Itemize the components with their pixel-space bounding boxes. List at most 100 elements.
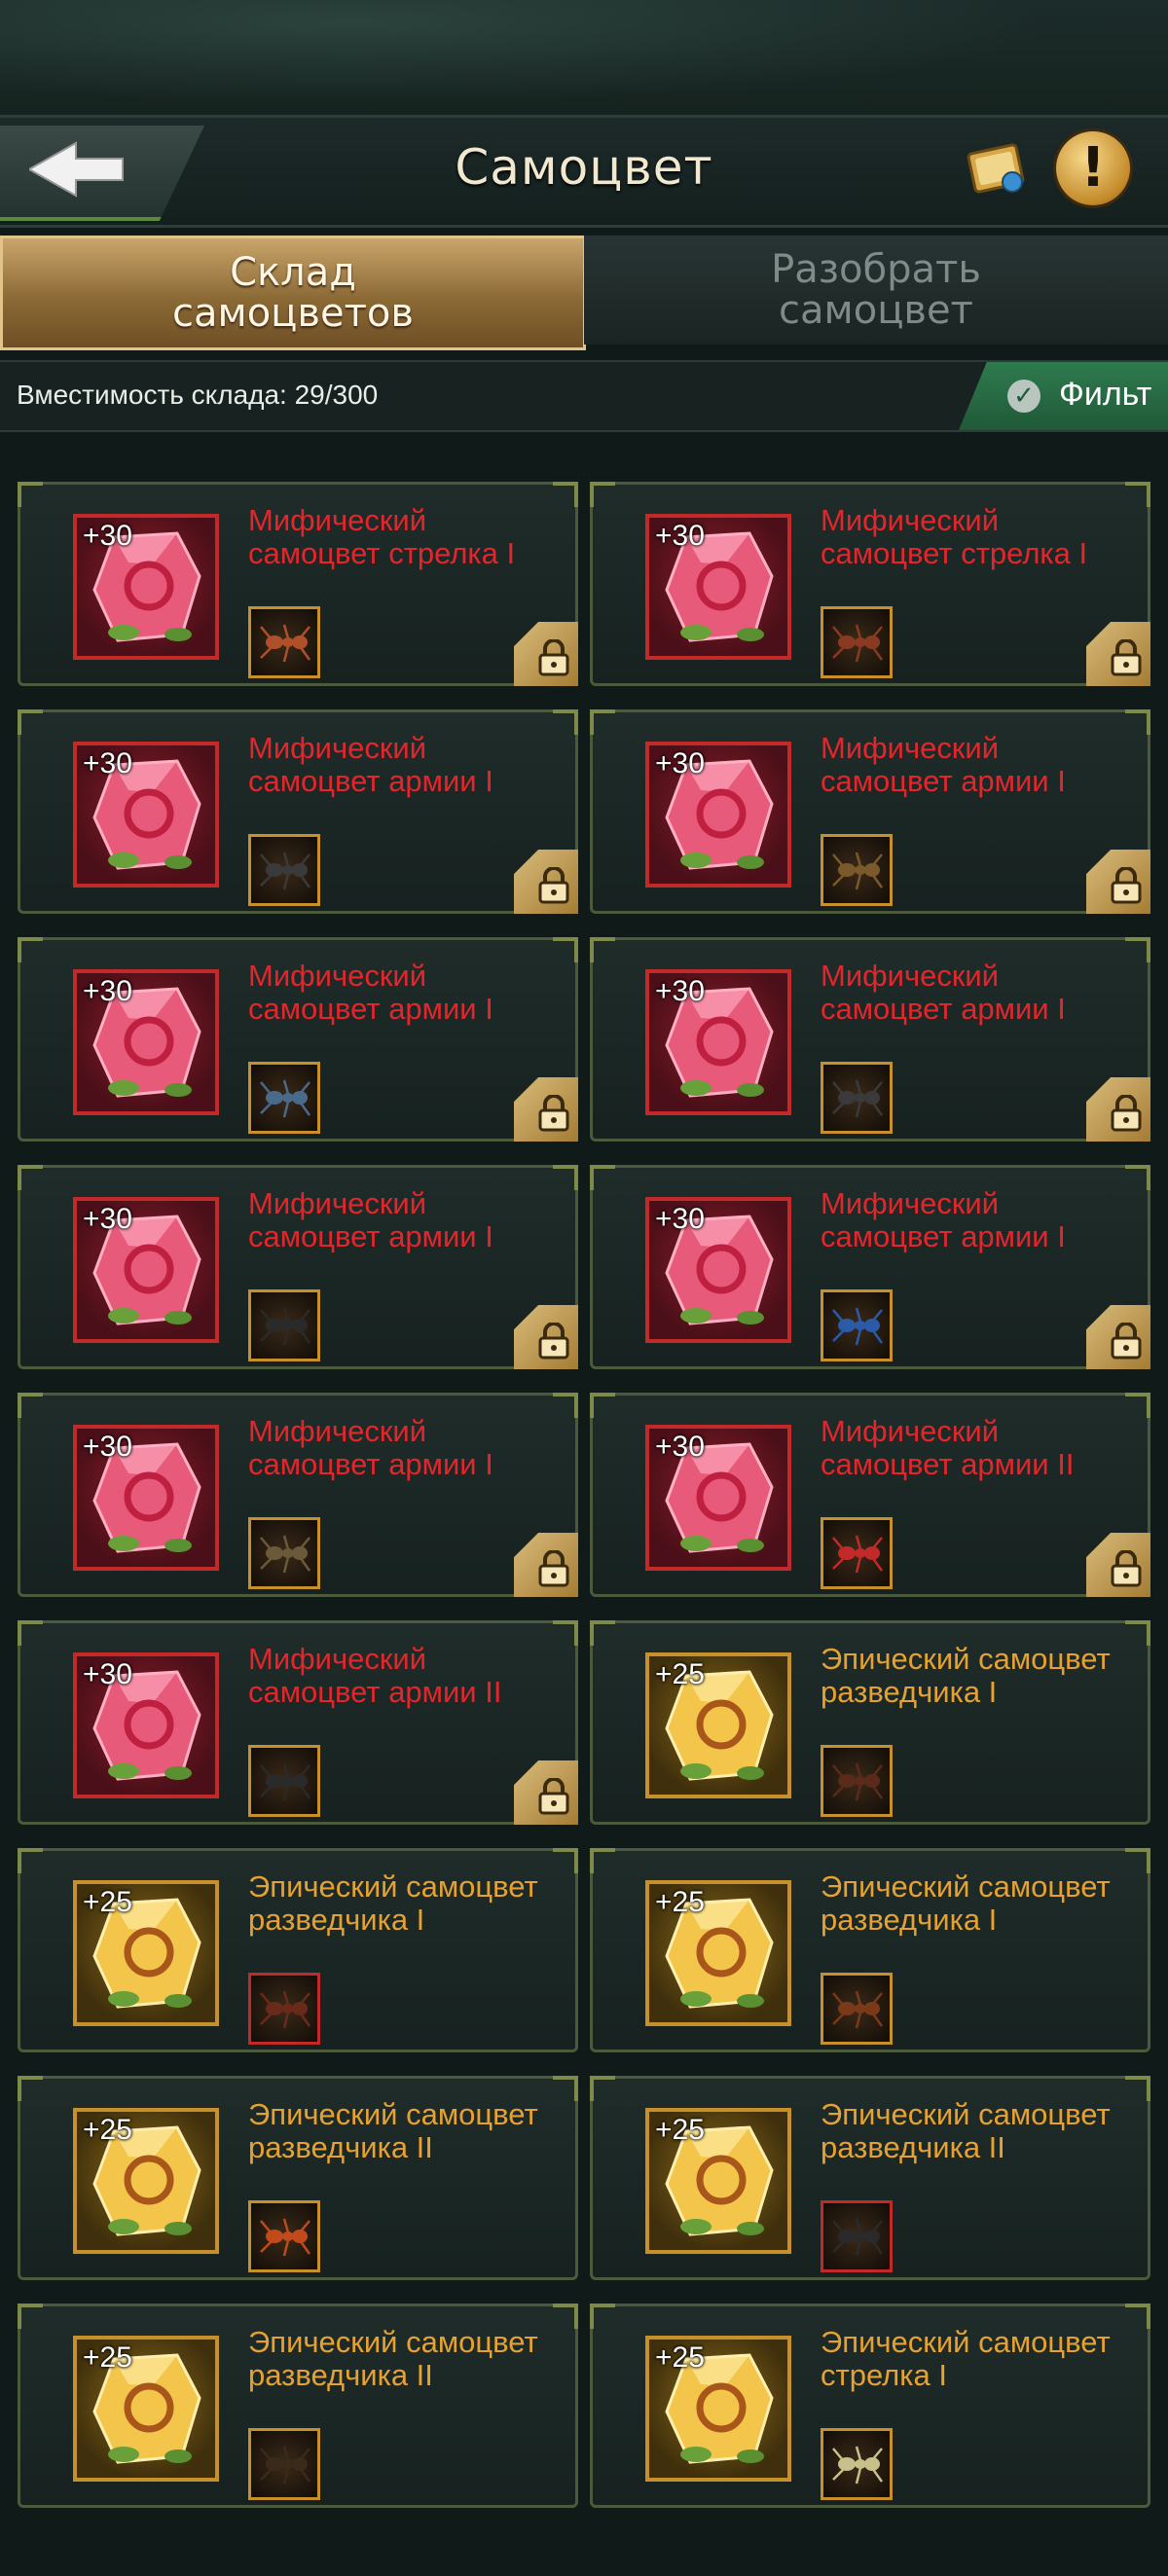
header-bar: Самоцвет !: [0, 115, 1168, 228]
gem-card[interactable]: +25 Эпический самоцвет разведчика I: [18, 1848, 578, 2052]
lock-badge[interactable]: [514, 1077, 578, 1142]
gem-card[interactable]: +25 Эпический самоцвет разведчика II: [18, 2076, 578, 2280]
unit-thumbnail: [821, 1745, 893, 1817]
unit-thumbnail: [821, 834, 893, 906]
tab-gem-storage-line1: Склад: [230, 250, 356, 295]
gem-card[interactable]: +25 Эпический самоцвет разведчика II: [18, 2304, 578, 2508]
ant-icon: [260, 624, 311, 663]
ant-icon: [832, 1079, 884, 1118]
tab-gem-storage[interactable]: Склад самоцветов: [0, 236, 586, 350]
tab-disassemble-gem[interactable]: Разобрать самоцвет: [584, 236, 1168, 345]
lock-icon: [538, 1550, 569, 1587]
gem-book-icon[interactable]: [964, 135, 1032, 203]
lock-icon: [538, 867, 569, 904]
gem-card[interactable]: +30 Мифический самоцвет армии II: [590, 1393, 1150, 1597]
gem-level: +30: [655, 747, 705, 780]
gem-icon-frame: +30: [73, 1197, 219, 1343]
ant-icon: [832, 1762, 884, 1801]
gem-card[interactable]: +30 Мифический самоцвет армии I: [18, 1165, 578, 1369]
lock-badge[interactable]: [514, 622, 578, 686]
gem-card[interactable]: +30 Мифический самоцвет стрелка I: [590, 482, 1150, 686]
gem-icon-frame: +30: [645, 514, 791, 660]
unit-thumbnail: [248, 2200, 320, 2272]
back-button[interactable]: [0, 118, 214, 225]
gem-level: +30: [83, 747, 132, 780]
gem-card[interactable]: +30 Мифический самоцвет армии I: [18, 1393, 578, 1597]
back-arrow-icon: [29, 141, 124, 198]
gem-card[interactable]: +25 Эпический самоцвет разведчика II: [590, 2076, 1150, 2280]
gem-icon-frame: +25: [645, 2108, 791, 2254]
gem-card[interactable]: +25 Эпический самоцвет разведчика I: [590, 1620, 1150, 1825]
gem-card[interactable]: +30 Мифический самоцвет стрелка I: [18, 482, 578, 686]
gem-card[interactable]: +30 Мифический самоцвет армии I: [590, 1165, 1150, 1369]
gem-card[interactable]: +30 Мифический самоцвет армии I: [18, 709, 578, 914]
gem-name: Мифический самоцвет армии I: [821, 959, 1066, 1026]
unit-thumbnail: [248, 1517, 320, 1589]
gem-card[interactable]: +25 Эпический самоцвет стрелка I: [590, 2304, 1150, 2508]
lock-icon: [1111, 1323, 1142, 1360]
gem-icon-frame: +25: [645, 1880, 791, 2026]
gem-name: Мифический самоцвет стрелка I: [248, 503, 516, 570]
gem-level: +25: [655, 2341, 705, 2374]
gem-icon-frame: +30: [645, 1425, 791, 1571]
ant-icon: [832, 624, 884, 663]
info-icon[interactable]: !: [1056, 131, 1130, 205]
tab-disassemble-line1: Разобрать: [771, 247, 981, 292]
lock-badge[interactable]: [514, 850, 578, 914]
ant-icon: [832, 1990, 884, 2029]
tab-gem-storage-line2: самоцветов: [172, 291, 414, 336]
gem-name: Эпический самоцвет разведчика II: [248, 2325, 538, 2392]
lock-badge[interactable]: [1086, 1305, 1150, 1369]
filter-button[interactable]: ✓ Фильт: [959, 362, 1168, 430]
gem-level: +25: [655, 2114, 705, 2146]
gem-icon-frame: +25: [73, 1880, 219, 2026]
gem-icon-frame: +25: [645, 1652, 791, 1798]
lock-icon: [1111, 1095, 1142, 1132]
unit-thumbnail: [248, 1745, 320, 1817]
ant-icon: [832, 1307, 884, 1346]
lock-badge[interactable]: [1086, 850, 1150, 914]
ant-icon: [260, 1079, 311, 1118]
lock-badge[interactable]: [514, 1760, 578, 1825]
gem-card[interactable]: +30 Мифический самоцвет армии I: [590, 709, 1150, 914]
gem-card[interactable]: +25 Эпический самоцвет разведчика I: [590, 1848, 1150, 2052]
ant-icon: [260, 1535, 311, 1574]
lock-badge[interactable]: [1086, 622, 1150, 686]
gem-level: +25: [83, 2114, 132, 2146]
filter-label: Фильт: [1059, 376, 1152, 413]
gem-card[interactable]: +30 Мифический самоцвет армии I: [18, 937, 578, 1142]
gem-name: Мифический самоцвет армии II: [821, 1414, 1075, 1481]
ant-icon: [832, 852, 884, 890]
gem-name: Эпический самоцвет разведчика I: [821, 1869, 1111, 1937]
lock-badge[interactable]: [1086, 1077, 1150, 1142]
gem-name: Эпический самоцвет разведчика II: [821, 2097, 1111, 2164]
ant-icon: [260, 2446, 311, 2485]
lock-icon: [1111, 639, 1142, 676]
gem-icon-frame: +30: [645, 742, 791, 888]
gem-card[interactable]: +30 Мифический самоцвет армии II: [18, 1620, 578, 1825]
gem-card[interactable]: +30 Мифический самоцвет армии I: [590, 937, 1150, 1142]
gem-level: +30: [83, 520, 132, 552]
unit-thumbnail: [821, 1289, 893, 1361]
gem-icon-frame: +30: [73, 742, 219, 888]
ant-icon: [260, 1990, 311, 2029]
lock-badge[interactable]: [514, 1305, 578, 1369]
unit-thumbnail: [248, 834, 320, 906]
gem-icon-frame: +25: [645, 2336, 791, 2482]
gem-name: Эпический самоцвет разведчика II: [248, 2097, 538, 2164]
lock-icon: [1111, 867, 1142, 904]
ant-icon: [832, 1535, 884, 1574]
gem-name: Мифический самоцвет армии I: [248, 1414, 493, 1481]
lock-badge[interactable]: [1086, 1533, 1150, 1597]
unit-thumbnail: [821, 606, 893, 678]
lock-badge[interactable]: [514, 1533, 578, 1597]
gem-level: +30: [83, 975, 132, 1007]
unit-thumbnail: [821, 2428, 893, 2500]
top-background: [0, 0, 1168, 117]
gem-level: +25: [83, 2341, 132, 2374]
gem-icon-frame: +25: [73, 2336, 219, 2482]
gem-name: Мифический самоцвет армии I: [248, 1186, 493, 1253]
capacity-bar: Вместимость склада: 29/300 ✓ Фильт: [0, 360, 1168, 432]
lock-icon: [538, 1323, 569, 1360]
gem-name: Мифический самоцвет стрелка I: [821, 503, 1088, 570]
